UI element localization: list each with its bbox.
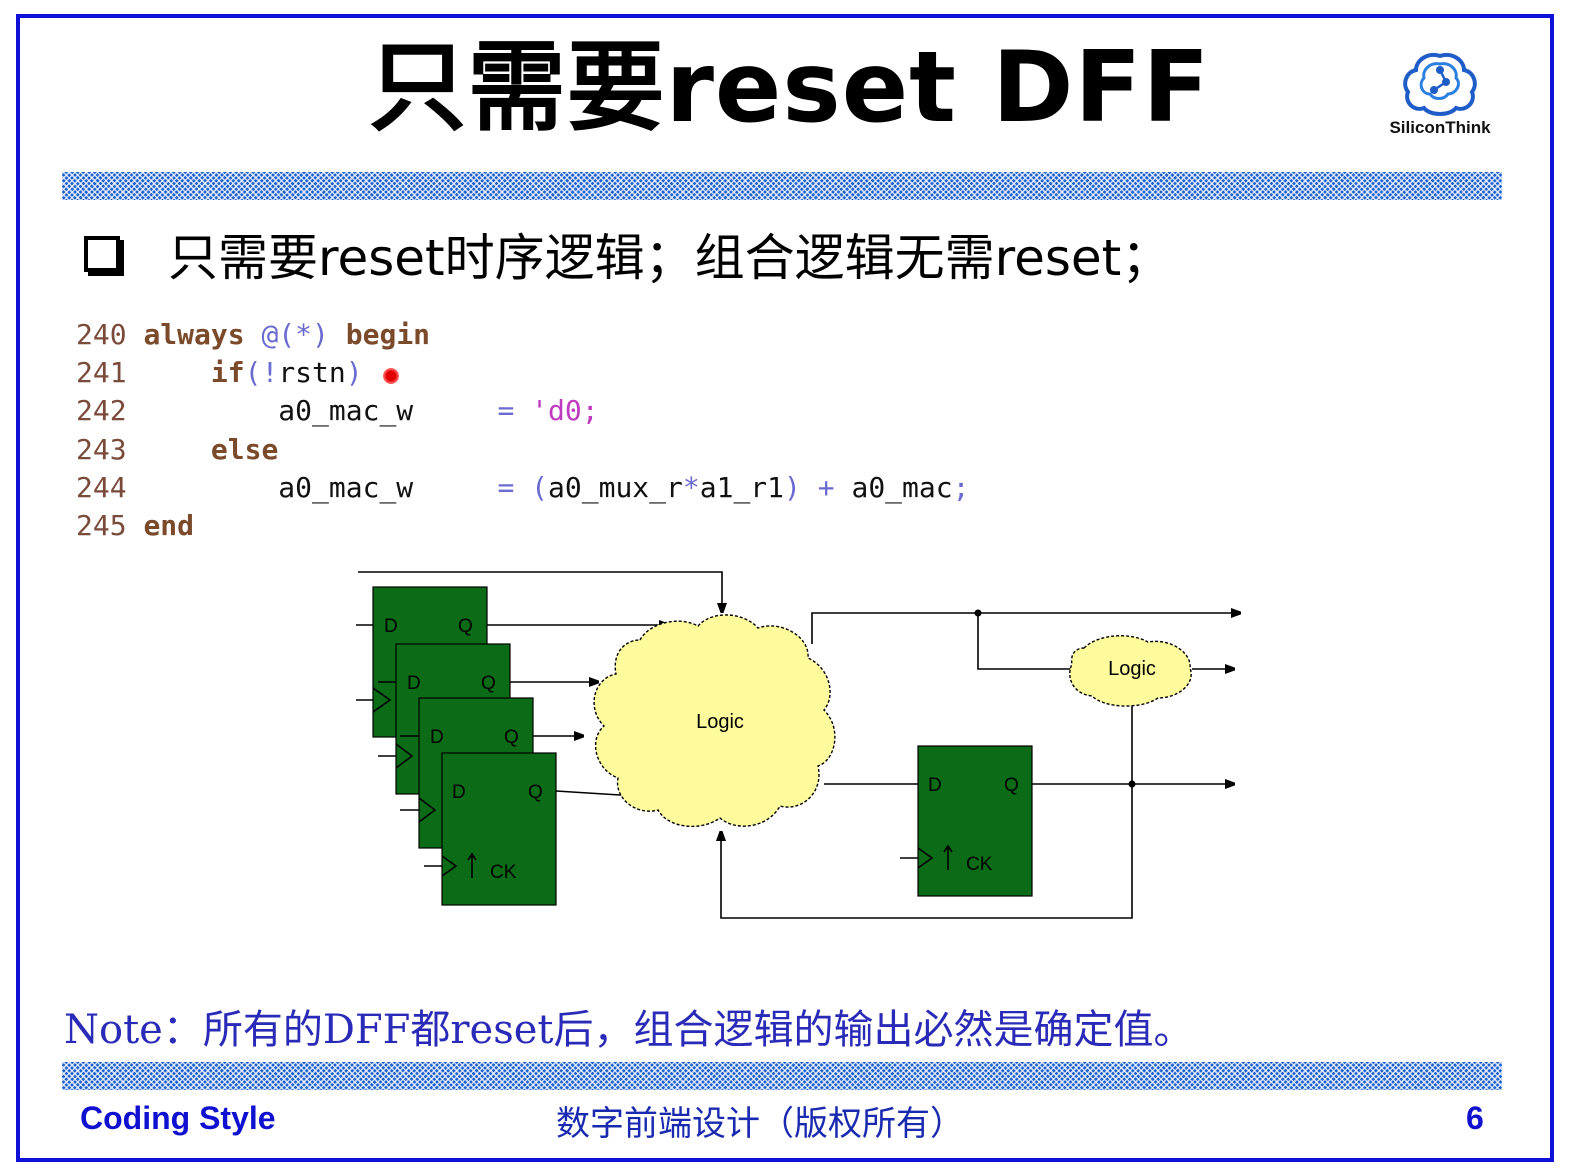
- svg-text:CK: CK: [490, 862, 517, 883]
- svg-text:D: D: [928, 775, 942, 796]
- flip-flop-4: D Q CK: [424, 752, 557, 906]
- flip-flop-right: D Q CK: [900, 745, 1033, 897]
- bullet-checkbox-icon: [84, 236, 120, 272]
- circuit-diagram: .w { stroke:#000; stroke-width:1.6; fill…: [356, 571, 1260, 919]
- code-line: 241 if(!rstn): [76, 356, 363, 390]
- svg-text:D: D: [407, 673, 421, 694]
- svg-text:Q: Q: [481, 673, 496, 694]
- wire: [977, 613, 1072, 670]
- svg-text:D: D: [430, 727, 444, 748]
- small-logic-cloud: Logic: [1069, 635, 1192, 707]
- logo-text: SiliconThink: [1389, 118, 1491, 137]
- svg-text:CK: CK: [966, 854, 993, 875]
- code-line: 240 always @(*) begin: [76, 318, 431, 351]
- bottom-hatch-bar: [62, 1062, 1502, 1090]
- code-line: 243 else: [76, 432, 279, 466]
- code-line: 244 a0_mac_w = (a0_mux_r*a1_r1) + a0_mac…: [76, 470, 970, 504]
- page-number: 6: [1466, 1100, 1484, 1136]
- svg-text:Logic: Logic: [696, 711, 744, 733]
- code-line: 245 end: [76, 509, 195, 543]
- svg-text:Q: Q: [528, 782, 543, 803]
- bullet-text: 只需要reset时序逻辑；组合逻辑无需reset；: [168, 229, 1172, 287]
- svg-text:D: D: [384, 616, 398, 637]
- top-hatch-bar: [62, 172, 1502, 200]
- siliconthink-logo: SiliconThink: [1380, 48, 1500, 148]
- code-block: 240 always @(*) begin 241 if(!rstn) 242 a0…: [76, 316, 969, 545]
- code-line: 242 a0_mac_w = 'd0;: [76, 394, 599, 428]
- slide-title: 只需要reset DFF: [368, 31, 1211, 145]
- svg-text:Q: Q: [504, 727, 519, 748]
- svg-text:Q: Q: [1004, 775, 1019, 796]
- wire: [811, 612, 978, 644]
- svg-text:Logic: Logic: [1108, 658, 1156, 680]
- svg-text:Q: Q: [458, 616, 473, 637]
- footer-section-title: Coding Style: [80, 1100, 276, 1136]
- note-text: Note：所有的DFF都reset后，组合逻辑的输出必然是确定值。: [64, 1007, 1194, 1053]
- footer-course-title: 数字前端设计（版权所有）: [556, 1104, 964, 1144]
- logic-cloud: Logic: [593, 614, 836, 828]
- pointer-dot-icon: [383, 368, 399, 384]
- svg-text:D: D: [452, 782, 466, 803]
- logo-icon: [1403, 53, 1477, 116]
